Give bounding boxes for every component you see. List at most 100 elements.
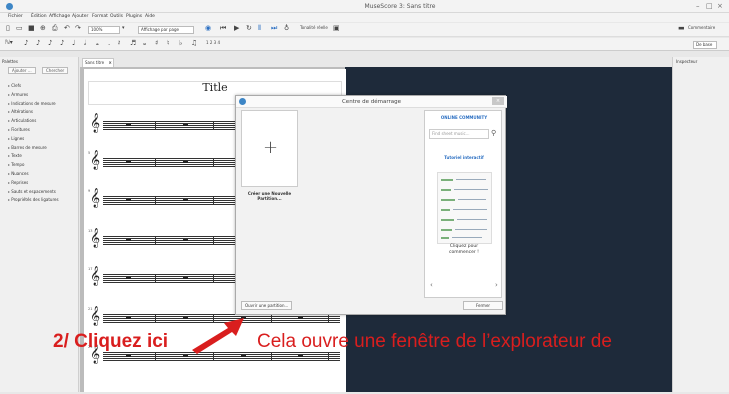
menu-fichier[interactable]: Fichier <box>8 14 23 19</box>
note-input-mode-icon[interactable]: ℕ▾ <box>5 38 13 48</box>
menu-outils[interactable]: Outils <box>110 14 123 19</box>
comment-icon[interactable]: ▬ <box>678 23 685 33</box>
palette-item[interactable]: Articulations <box>8 117 59 126</box>
menu-ajouter[interactable]: Ajouter <box>72 14 88 19</box>
sharp2-icon[interactable]: 𝄪 <box>143 38 146 48</box>
new-score-label[interactable]: Créer une Nouvelle Partition... <box>238 191 301 201</box>
whole-rest[interactable] <box>183 199 188 201</box>
whole-rest[interactable] <box>126 317 131 319</box>
workspace-select[interactable]: De base <box>693 41 717 49</box>
view-mode-select[interactable]: Affichage par page <box>138 26 194 34</box>
eighth-note-icon[interactable]: ♪ <box>60 38 64 48</box>
image-capture-icon[interactable]: ▣ <box>333 23 340 33</box>
tutorial-cta[interactable]: Cliquez pour commencer ! <box>425 244 503 256</box>
menu-aide[interactable]: Aide <box>145 14 155 19</box>
palette-item[interactable]: Propriétés des ligatures <box>8 196 58 205</box>
sharp-icon[interactable]: ♯ <box>155 38 158 48</box>
thumb-bar <box>441 209 450 211</box>
whole-rest[interactable] <box>126 161 131 163</box>
redo-icon[interactable]: ↷ <box>75 23 81 33</box>
new-file-icon[interactable]: ▯ <box>6 23 10 33</box>
save-icon[interactable]: ■ <box>28 23 35 33</box>
whole-rest[interactable] <box>298 317 303 319</box>
maximize-icon[interactable]: □ <box>706 2 713 10</box>
flip-icon[interactable]: ♫ <box>191 38 197 48</box>
whole-rest[interactable] <box>126 355 131 357</box>
menu-edition[interactable]: Édition <box>31 14 47 19</box>
quarter-note-icon[interactable]: ♩ <box>72 38 75 48</box>
plus-icon: + <box>262 137 279 158</box>
rewind-icon[interactable]: ⏮ <box>220 23 226 33</box>
tab-close-icon[interactable]: × <box>108 60 111 65</box>
palette-item[interactable]: Sauts et espacements <box>8 188 59 197</box>
flat-icon[interactable]: ♭ <box>179 38 182 48</box>
half-note-icon[interactable]: 𝅗𝅥 <box>84 38 86 48</box>
search-icon[interactable]: ⚲ <box>491 129 496 137</box>
palette-item[interactable]: Barres de mesure <box>8 144 59 153</box>
chevron-right-icon[interactable]: › <box>495 281 498 289</box>
palette-item[interactable]: Reprises <box>8 179 59 188</box>
menu-plugins[interactable]: Plugins <box>126 14 142 19</box>
whole-rest[interactable] <box>183 124 188 126</box>
whole-note-icon[interactable]: 𝅝 <box>96 38 99 48</box>
tutorial-thumbnail[interactable] <box>437 172 492 244</box>
open-file-icon[interactable]: ▭ <box>16 23 23 33</box>
menu-affichage[interactable]: Affichage <box>49 14 70 19</box>
palette-item[interactable]: Nuances <box>8 170 59 179</box>
close-button[interactable]: Fermer <box>463 301 503 310</box>
undo-icon[interactable]: ↶ <box>64 23 70 33</box>
natural-icon[interactable]: ♮ <box>167 38 170 48</box>
palette-item[interactable]: Tempo <box>8 161 59 170</box>
palette-item[interactable]: Indications de mesure <box>8 100 59 109</box>
whole-rest[interactable] <box>298 355 303 357</box>
metronome-icon[interactable]: ♁ <box>284 23 289 33</box>
dot-icon[interactable]: . <box>108 38 110 48</box>
zoom-dropdown-icon[interactable]: ▾ <box>122 23 125 33</box>
sixtyfourth-note-icon[interactable]: ♪ <box>24 38 28 48</box>
new-score-card[interactable]: + <box>241 110 298 187</box>
score-title[interactable]: Title <box>88 81 342 94</box>
palette-item[interactable]: Armures <box>8 91 59 100</box>
close-icon[interactable]: × <box>717 2 723 10</box>
whole-rest[interactable] <box>183 277 188 279</box>
whole-rest[interactable] <box>183 239 188 241</box>
voice-selector[interactable]: 1 2 3 4 <box>206 38 220 48</box>
palette-item[interactable]: Fioritures <box>8 126 59 135</box>
menu-format[interactable]: Format <box>92 14 108 19</box>
whole-rest[interactable] <box>183 161 188 163</box>
tie-icon[interactable]: ♬ <box>130 38 136 48</box>
barline <box>155 158 156 166</box>
print-icon[interactable]: ⎙ <box>52 23 58 33</box>
concert-pitch-toggle[interactable]: Tonalité réelle <box>300 23 328 33</box>
dialog-close-icon[interactable]: × <box>492 97 504 105</box>
tutorial-title[interactable]: Tutoriel interactif <box>425 155 503 160</box>
palette-item[interactable]: Lignes <box>8 135 59 144</box>
palette-item[interactable]: Texte <box>8 152 59 161</box>
sheet-music-search-input[interactable]: Find sheet music... <box>429 129 489 139</box>
musescore-logo-icon <box>239 98 246 105</box>
chevron-left-icon[interactable]: ‹ <box>430 281 433 289</box>
whole-rest[interactable] <box>126 239 131 241</box>
loop-start-icon[interactable]: ⦀ <box>258 23 261 33</box>
add-palette-button[interactable]: Ajouter ... <box>8 67 36 74</box>
whole-rest[interactable] <box>126 277 131 279</box>
palette-item[interactable]: Altérations <box>8 108 59 117</box>
metronome-toggle-icon[interactable]: ⏭ <box>271 23 277 33</box>
loop-icon[interactable]: ↻ <box>246 23 252 33</box>
play-icon[interactable]: ▶ <box>234 23 239 33</box>
comment-label[interactable]: Commentaire <box>688 23 715 33</box>
open-score-button[interactable]: Ouvrir une partition... <box>241 301 293 310</box>
sixteenth-note-icon[interactable]: ♪ <box>48 38 52 48</box>
whole-rest[interactable] <box>126 124 131 126</box>
palette-item[interactable]: Clefs <box>8 82 59 91</box>
minimize-icon[interactable]: – <box>696 2 700 10</box>
tab-sans-titre[interactable]: Sans titre × <box>82 58 114 67</box>
search-palette-button[interactable]: Chercher <box>42 67 69 74</box>
rest-icon[interactable]: 𝄽 <box>118 38 120 48</box>
zoom-select[interactable]: 100% <box>88 26 120 34</box>
cloud-upload-icon[interactable]: ⊕ <box>40 23 46 33</box>
note-input-icon[interactable]: ◉ <box>205 23 211 33</box>
whole-rest[interactable] <box>126 199 131 201</box>
thirtysecond-note-icon[interactable]: ♪ <box>36 38 40 48</box>
measure-number: 21 <box>88 307 93 311</box>
